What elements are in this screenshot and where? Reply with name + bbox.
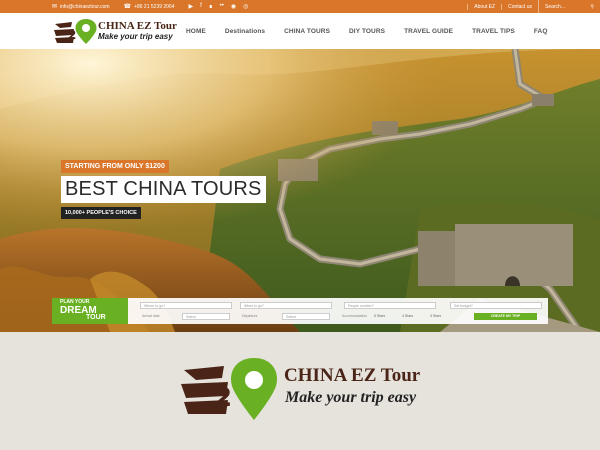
plan-dream-tour-logo: PLAN YOUR DREAM TOUR <box>52 298 128 324</box>
top-bar: ✉ info@chinaeztour.com ☎ +86 21 5239 206… <box>0 0 600 13</box>
people-number-select[interactable]: People number? <box>344 302 436 309</box>
wechat-icon[interactable]: ◉ <box>231 3 236 10</box>
create-trip-button[interactable]: CREATE MY TRIP <box>474 313 537 320</box>
arrival-date-select[interactable]: Select <box>182 313 230 320</box>
logo-mark-large-icon: 2 <box>181 358 278 420</box>
brand-name: CHINA EZ Tour <box>98 20 177 32</box>
social-links: ▶ f ∎ •• ◉ ◎ <box>189 3 249 10</box>
star5-checkbox[interactable]: 5 Stars <box>374 314 385 318</box>
site-header: 2 CHINA EZ Tour Make your trip easy HOME… <box>0 13 600 49</box>
accommodation-label: Accommodation <box>342 314 368 318</box>
star3-checkbox[interactable]: 3 Stars <box>430 314 441 318</box>
site-logo[interactable]: 2 CHINA EZ Tour Make your trip easy <box>52 16 177 46</box>
brand-tagline: Make your trip easy <box>98 32 173 41</box>
nav-china-tours[interactable]: CHINA TOURS <box>284 28 330 35</box>
svg-text:2: 2 <box>68 28 76 42</box>
contact-link[interactable]: Contact us <box>501 3 538 10</box>
where-to-go-select[interactable]: Where to go? <box>140 302 232 309</box>
when-to-go-select[interactable]: When to go? <box>240 302 332 309</box>
main-nav: HOME Destinations CHINA TOURS DIY TOURS … <box>186 13 548 49</box>
arrival-label: Arrival date <box>142 314 160 318</box>
phone-icon: ☎ <box>123 3 132 10</box>
search-input[interactable]: Search... ⚲ <box>538 0 600 13</box>
trip-planner-form: PLAN YOUR DREAM TOUR Where to go? When t… <box>52 298 548 324</box>
nav-destinations[interactable]: Destinations <box>225 28 265 35</box>
nav-travel-guide[interactable]: TRAVEL GUIDE <box>404 28 453 35</box>
nav-travel-tips[interactable]: TRAVEL TIPS <box>472 28 515 35</box>
footer-brand-logo: 2 CHINA EZ Tour Make your trip easy <box>178 356 468 422</box>
svg-text:2: 2 <box>214 383 232 413</box>
footer-brand-tagline: Make your trip easy <box>285 389 417 406</box>
hero-title: BEST CHINA TOURS <box>61 176 266 203</box>
facebook-icon[interactable]: f <box>200 3 202 10</box>
nav-faq[interactable]: FAQ <box>534 28 548 35</box>
search-icon[interactable]: ⚲ <box>590 4 594 10</box>
nav-home[interactable]: HOME <box>186 28 206 35</box>
rss-icon[interactable]: ∎ <box>209 3 213 10</box>
footer-brand-name: CHINA EZ Tour <box>284 365 421 386</box>
mail-icon: ✉ <box>52 3 58 10</box>
about-link[interactable]: About EZ <box>467 3 501 10</box>
departure-date-select[interactable]: Select <box>282 313 330 320</box>
phone-info: ☎ +86 21 5239 2064 <box>123 3 175 10</box>
youtube-icon[interactable]: ▶ <box>189 3 194 10</box>
people-choice-badge: 10,000+ PEOPLE'S CHOICE <box>61 207 141 219</box>
departure-label: Departure <box>242 314 258 318</box>
email-link[interactable]: ✉ info@chinaeztour.com <box>52 4 110 10</box>
hero-banner: STARTING FROM ONLY $1200 BEST CHINA TOUR… <box>0 49 600 332</box>
flickr-icon[interactable]: •• <box>220 3 224 10</box>
budget-select[interactable]: Set budget? <box>450 302 542 309</box>
price-badge: STARTING FROM ONLY $1200 <box>61 160 169 173</box>
logo-mark-icon: 2 <box>54 19 97 44</box>
weibo-icon[interactable]: ◎ <box>243 3 248 10</box>
star4-checkbox[interactable]: 4 Stars <box>402 314 413 318</box>
nav-diy-tours[interactable]: DIY TOURS <box>349 28 385 35</box>
